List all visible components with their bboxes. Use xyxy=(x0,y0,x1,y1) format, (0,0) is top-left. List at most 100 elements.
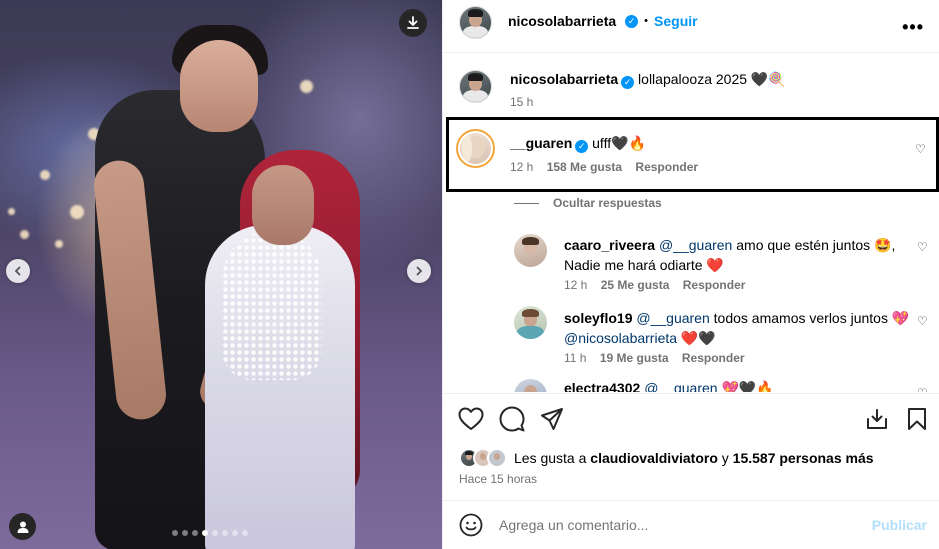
comment-composer: Publicar xyxy=(443,500,939,549)
comment-button[interactable] xyxy=(498,405,526,433)
bookmark-icon xyxy=(908,408,926,430)
woman-head xyxy=(252,165,314,245)
liker-avatars xyxy=(459,448,509,468)
heart-icon xyxy=(458,407,484,430)
carousel-dot xyxy=(182,530,188,536)
share-button[interactable] xyxy=(538,405,566,433)
bokeh-light xyxy=(300,80,313,93)
liked-by-row: Les gusta a claudiovaldiviatoro y 15.587… xyxy=(459,448,874,468)
reply-mention[interactable]: @nicosolabarrieta xyxy=(564,330,677,346)
reply-time: 12 h xyxy=(564,278,588,292)
like-comment-icon[interactable]: ♡ xyxy=(917,240,928,254)
post-header: nicosolabarrieta ✓ • Seguir ••• xyxy=(443,0,939,53)
reply-username[interactable]: electra4302 xyxy=(564,380,640,392)
reply-mention[interactable]: @__guaren xyxy=(644,380,717,392)
emoji-button[interactable] xyxy=(459,513,483,540)
caption-username[interactable]: nicosolabarrieta xyxy=(510,71,618,87)
post-details-panel: nicosolabarrieta ✓ • Seguir ••• nicosola… xyxy=(442,0,939,549)
comment-time: 12 h xyxy=(510,160,534,174)
verified-badge-icon: ✓ xyxy=(575,140,589,153)
carousel-indicator xyxy=(172,530,248,536)
comments-list[interactable]: nicosolabarrieta ✓ lollapalooza 2025 🖤🍭 1… xyxy=(443,54,939,392)
reply-avatar[interactable] xyxy=(514,379,547,392)
likes-count[interactable]: 15.587 personas más xyxy=(733,450,874,466)
comment-likes[interactable]: 158 Me gusta xyxy=(547,160,622,174)
verified-badge-icon: ✓ xyxy=(621,76,635,89)
comment-input[interactable] xyxy=(499,514,859,536)
user-icon xyxy=(17,521,28,533)
comment-text: ufff🖤🔥 xyxy=(592,135,646,151)
reply-avatar[interactable] xyxy=(514,306,547,339)
bokeh-light xyxy=(40,170,50,180)
reply-username[interactable]: soleyflo19 xyxy=(564,310,632,326)
reply-mention[interactable]: @__guaren xyxy=(636,310,709,326)
save-button[interactable] xyxy=(903,405,931,433)
replies-toggle[interactable]: Ocultar respuestas xyxy=(514,196,662,210)
bokeh-light xyxy=(70,205,84,219)
commenter-avatar[interactable] xyxy=(456,129,495,168)
post-actions: Les gusta a claudiovaldiviatoro y 15.587… xyxy=(443,393,939,498)
author-avatar[interactable] xyxy=(459,6,492,39)
next-slide-button[interactable] xyxy=(407,259,431,283)
reply-text: 💖🖤🔥 xyxy=(717,380,774,392)
carousel-dot xyxy=(242,530,248,536)
likes-prefix: Les gusta a xyxy=(514,450,591,466)
chevron-left-icon xyxy=(14,266,21,276)
carousel-dot xyxy=(232,530,238,536)
divider-line xyxy=(514,202,539,204)
tagged-users-button[interactable] xyxy=(9,513,36,540)
bokeh-light xyxy=(55,240,63,248)
reply-button[interactable]: Responder xyxy=(682,351,745,365)
post-image[interactable] xyxy=(0,0,442,549)
hide-replies-label: Ocultar respuestas xyxy=(553,196,662,210)
like-comment-icon[interactable]: ♡ xyxy=(915,142,926,156)
previous-slide-button[interactable] xyxy=(6,259,30,283)
reply-time: 11 h xyxy=(564,351,587,365)
carousel-dot xyxy=(212,530,218,536)
carousel-dot xyxy=(172,530,178,536)
reply-button[interactable]: Responder xyxy=(635,160,698,174)
dress-pearls xyxy=(222,230,322,380)
reply-text: todos amamos verlos juntos 💖 xyxy=(709,310,910,326)
caption-author-avatar[interactable] xyxy=(459,70,492,103)
more-options-icon[interactable]: ••• xyxy=(902,18,924,36)
verified-badge-icon: ✓ xyxy=(625,14,639,28)
follow-button[interactable]: Seguir xyxy=(654,13,698,29)
reply-text: amo que estén juntos 🤩, xyxy=(732,237,896,253)
reply-mention[interactable]: @__guaren xyxy=(659,237,732,253)
reply-button[interactable]: Responder xyxy=(683,278,746,292)
caption-text: lollapalooza 2025 🖤🍭 xyxy=(638,71,786,87)
carousel-dot xyxy=(202,530,208,536)
comment-username[interactable]: __guaren xyxy=(510,135,572,151)
publish-button[interactable]: Publicar xyxy=(872,517,927,533)
reply-likes[interactable]: 25 Me gusta xyxy=(601,278,670,292)
liker-avatar xyxy=(487,448,507,468)
caption-time: 15 h xyxy=(510,95,534,109)
download-icon xyxy=(407,16,419,29)
like-button[interactable] xyxy=(457,405,485,433)
like-comment-icon[interactable]: ♡ xyxy=(917,386,928,392)
send-icon xyxy=(541,408,563,430)
emoji-icon xyxy=(459,513,483,537)
author-username[interactable]: nicosolabarrieta xyxy=(508,13,616,29)
reply-likes[interactable]: 19 Me gusta xyxy=(600,351,669,365)
download-button[interactable] xyxy=(399,9,427,37)
reply-avatar[interactable] xyxy=(514,234,547,267)
carousel-dot xyxy=(192,530,198,536)
download-tray-icon xyxy=(867,409,887,429)
save-download-button[interactable] xyxy=(863,405,891,433)
reply-text-line2: Nadie me hará odiarte ❤️ xyxy=(564,257,724,273)
highlight-frame xyxy=(446,117,939,192)
man-head xyxy=(180,40,258,132)
comment-icon xyxy=(499,406,525,432)
bokeh-light xyxy=(20,230,29,239)
post-timestamp: Hace 15 horas xyxy=(459,472,538,486)
like-comment-icon[interactable]: ♡ xyxy=(917,314,928,328)
reply-username[interactable]: caaro_riveera xyxy=(564,237,655,253)
liker-username[interactable]: claudiovaldiviatoro xyxy=(590,450,718,466)
reply-text-line2: ❤️🖤 xyxy=(677,330,716,346)
bokeh-light xyxy=(8,208,15,215)
chevron-right-icon xyxy=(416,266,423,276)
likes-conjunction: y xyxy=(717,450,733,466)
carousel-dot xyxy=(222,530,228,536)
